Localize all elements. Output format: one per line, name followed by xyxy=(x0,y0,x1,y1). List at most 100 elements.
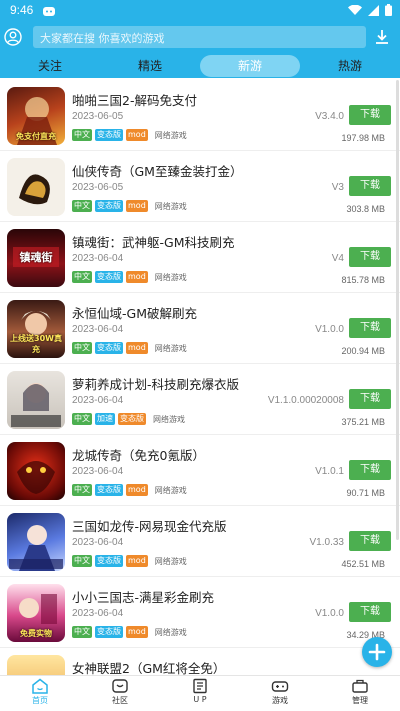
game-size: 200.94 MB xyxy=(341,346,385,356)
category-tabs: 关注 精选 新游 热游 xyxy=(0,54,400,78)
game-type: 网络游戏 xyxy=(154,556,187,566)
tag-chinese: 中文 xyxy=(72,413,92,425)
download-button[interactable]: 下载 xyxy=(349,247,391,267)
user-avatar-icon[interactable] xyxy=(4,28,22,46)
game-tags: 中文 变态版 mod 网络游戏 xyxy=(72,484,187,496)
tag-chinese: 中文 xyxy=(72,129,92,141)
game-type: 网络游戏 xyxy=(153,414,185,424)
download-button[interactable]: 下载 xyxy=(349,460,391,480)
game-type: 网络游戏 xyxy=(154,130,187,140)
download-button[interactable]: 下载 xyxy=(349,602,391,622)
home-icon xyxy=(32,678,48,694)
game-list-item[interactable]: 镇魂街 镇魂街：武神躯-GM科技刷充 2023-06-04 V4 中文 变态版 … xyxy=(0,222,400,293)
game-date: 2023-06-04 xyxy=(72,324,124,335)
game-title[interactable]: 仙侠传奇（GM至臻金装打金） xyxy=(72,161,242,180)
game-title[interactable]: 永恒仙域-GM破解刷充 xyxy=(72,303,197,322)
game-version: V1.0.1 xyxy=(315,466,344,477)
game-list-item[interactable]: 三国如龙传-网易现金代充版 2023-06-04 V1.0.33 中文 变态版 … xyxy=(0,506,400,577)
nav-games[interactable]: 游戏 xyxy=(260,678,300,706)
nav-label: U P xyxy=(193,695,207,704)
game-art xyxy=(11,383,61,427)
game-title[interactable]: 三国如龙传-网易现金代充版 xyxy=(72,516,227,535)
game-list-item[interactable]: 免支付直充 啪啪三国2-解码免支付 2023-06-05 V3.4.0 中文 变… xyxy=(0,80,400,151)
game-title[interactable]: 萝莉养成计划-科技刷充爆衣版 xyxy=(72,374,239,393)
game-date: 2023-06-04 xyxy=(72,608,124,619)
tag-variant: 变态版 xyxy=(95,200,123,212)
game-list-item[interactable]: 萝莉养成计划-科技刷充爆衣版 2023-06-04 V1.1.0.0002000… xyxy=(0,364,400,435)
game-list-item[interactable]: 龙城传奇（免充0氪版） 2023-06-04 V1.0.1 中文 变态版 mod… xyxy=(0,435,400,506)
battery-icon xyxy=(385,4,392,16)
search-header: 大家都在搜 你喜欢的游戏 xyxy=(0,24,400,54)
nav-community[interactable]: 社区 xyxy=(100,678,140,706)
search-input[interactable]: 大家都在搜 你喜欢的游戏 xyxy=(33,26,366,48)
tag-mod: mod xyxy=(126,555,148,567)
tag-chinese: 中文 xyxy=(72,555,92,567)
game-date: 2023-06-04 xyxy=(72,253,124,264)
game-list-item[interactable]: 免费实物 小小三国志-满星彩金刷充 2023-06-04 V1.0.0 中文 变… xyxy=(0,577,400,648)
game-thumbnail xyxy=(7,513,65,571)
thumbnail-caption: 免费实物 xyxy=(20,629,52,638)
plus-icon xyxy=(368,643,386,661)
add-button[interactable] xyxy=(362,637,392,667)
nav-home[interactable]: 首页 xyxy=(20,678,60,706)
game-title[interactable]: 镇魂街：武神躯-GM科技刷充 xyxy=(72,232,234,251)
game-date: 2023-06-04 xyxy=(72,537,124,548)
tag-variant: 变态版 xyxy=(95,555,123,567)
game-type: 网络游戏 xyxy=(154,343,187,353)
download-button[interactable]: 下载 xyxy=(349,318,391,338)
download-button[interactable]: 下载 xyxy=(349,389,391,409)
nav-label: 首页 xyxy=(32,696,48,705)
tag-mod: mod xyxy=(126,484,148,496)
game-list: 免支付直充 啪啪三国2-解码免支付 2023-06-05 V3.4.0 中文 变… xyxy=(0,80,400,675)
game-list-item[interactable]: 仙侠传奇（GM至臻金装打金） 2023-06-05 V3 中文 变态版 mod … xyxy=(0,151,400,222)
tab-follow[interactable]: 关注 xyxy=(10,54,90,78)
game-title[interactable]: 小小三国志-满星彩金刷充 xyxy=(72,587,214,606)
status-time: 9:46 xyxy=(10,3,34,17)
game-list-item[interactable]: 上线送30W真充 永恒仙域-GM破解刷充 2023-06-04 V1.0.0 中… xyxy=(0,293,400,364)
download-button[interactable]: 下载 xyxy=(349,105,391,125)
tag-chinese: 中文 xyxy=(72,342,92,354)
game-type: 网络游戏 xyxy=(154,627,187,637)
game-date: 2023-06-04 xyxy=(72,466,124,477)
app-notification-icon xyxy=(43,7,55,16)
game-title[interactable]: 龙城传奇（免充0氪版） xyxy=(72,445,205,464)
tag-mod: mod xyxy=(126,129,148,141)
game-list-item[interactable]: 女神联盟2（GM红将全免） xyxy=(0,648,400,675)
download-manager-icon[interactable] xyxy=(374,29,390,45)
nav-label: 社区 xyxy=(112,696,128,705)
tag-mod: mod xyxy=(126,626,148,638)
thumbnail-caption: 免支付直充 xyxy=(16,132,56,141)
tag-mod: mod xyxy=(126,342,148,354)
tab-hot-games[interactable]: 热游 xyxy=(310,54,390,78)
game-tags: 中文 变态版 mod 网络游戏 xyxy=(72,271,187,283)
tab-featured[interactable]: 精选 xyxy=(110,54,190,78)
bottom-navigation: 首页 社区 U P 游戏 管理 xyxy=(0,675,400,711)
game-thumbnail xyxy=(7,371,65,429)
tag-chinese: 中文 xyxy=(72,484,92,496)
nav-up[interactable]: U P xyxy=(180,678,220,704)
game-title[interactable]: 啪啪三国2-解码免支付 xyxy=(72,90,197,109)
game-art xyxy=(19,174,50,205)
tag-variant: 变态版 xyxy=(95,129,123,141)
tag-mod: mod xyxy=(126,271,148,283)
download-button[interactable]: 下载 xyxy=(349,531,391,551)
game-tags: 中文 变态版 mod 网络游戏 xyxy=(72,626,187,638)
game-version: V3 xyxy=(331,182,344,193)
game-thumbnail xyxy=(7,442,65,500)
game-art xyxy=(9,525,63,571)
game-size: 375.21 MB xyxy=(341,417,385,427)
community-icon xyxy=(112,679,128,693)
tag-speedup: 加速 xyxy=(95,413,115,425)
download-button[interactable]: 下载 xyxy=(349,176,391,196)
tag-chinese: 中文 xyxy=(72,271,92,283)
game-date: 2023-06-04 xyxy=(72,395,124,406)
nav-manage[interactable]: 管理 xyxy=(340,678,380,706)
list-scrollbar[interactable] xyxy=(396,80,399,540)
tab-new-games[interactable]: 新游 xyxy=(200,55,300,77)
game-version: V1.1.0.00020008 xyxy=(267,395,344,406)
game-size: 197.98 MB xyxy=(341,133,385,143)
tag-chinese: 中文 xyxy=(72,200,92,212)
game-title[interactable]: 女神联盟2（GM红将全免） xyxy=(72,658,225,675)
nav-label: 游戏 xyxy=(272,696,288,705)
game-thumbnail: 上线送30W真充 xyxy=(7,300,65,358)
